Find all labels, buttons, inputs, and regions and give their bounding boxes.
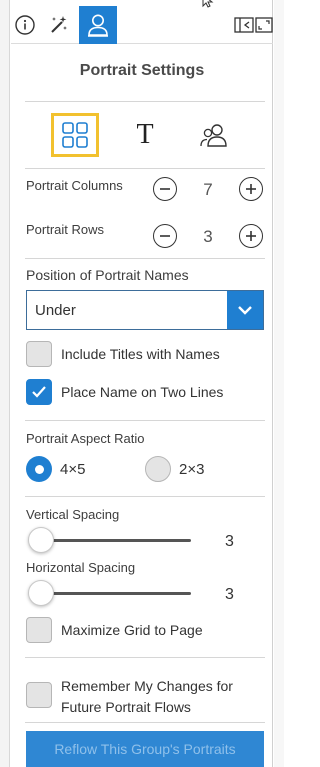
vertical-spacing-thumb[interactable] [28,527,54,553]
columns-increment-button[interactable] [239,177,263,201]
tab-text[interactable]: T [128,113,162,157]
aspect-ratio-label: Portrait Aspect Ratio [26,431,145,446]
mouse-cursor-icon [202,0,214,8]
remember-changes-checkbox[interactable] [26,682,52,708]
divider [25,496,265,497]
rows-decrement-button[interactable] [153,224,177,248]
chevron-down-icon [238,306,252,315]
minus-icon [160,235,170,237]
names-position-label: Position of Portrait Names [26,267,189,283]
tab-people[interactable] [195,113,235,157]
aspect-4x5-radio[interactable] [26,456,52,482]
info-button[interactable] [11,6,39,44]
vertical-spacing-value: 3 [225,533,234,550]
people-group-icon [200,124,227,147]
columns-value: 7 [203,180,213,199]
divider [25,657,265,658]
include-titles-label: Include Titles with Names [61,346,220,362]
collapse-panel-icon [234,17,254,33]
portrait-tool-button[interactable] [79,6,117,44]
tab-grid-layout[interactable] [51,113,99,157]
grid-layout-icon [62,122,88,148]
plus-icon [246,184,256,194]
minus-icon [160,188,170,190]
aspect-2x3-radio[interactable] [145,456,171,482]
dropdown-button[interactable] [227,291,263,329]
aspect-4x5-label: 4×5 [60,461,86,478]
divider [25,101,265,102]
horizontal-spacing-thumb[interactable] [28,580,54,606]
left-edge-strip [0,0,10,767]
magic-wand-icon [51,16,67,33]
vertical-spacing-label: Vertical Spacing [26,507,120,522]
plus-icon [246,231,256,241]
expand-icon [255,17,273,33]
remember-changes-label-line2: Future Portrait Flows [61,699,191,715]
horizontal-spacing-label: Horizontal Spacing [26,560,136,575]
rows-value: 3 [203,227,213,246]
divider [25,258,265,259]
checkmark-icon [32,386,46,398]
columns-decrement-button[interactable] [153,177,177,201]
divider [25,722,265,723]
divider [25,420,265,421]
expand-button[interactable] [255,6,273,44]
magic-wand-button[interactable] [43,6,73,44]
maximize-grid-checkbox[interactable] [26,617,52,643]
names-position-value: Under [35,302,76,319]
page-title: Portrait Settings [79,62,205,79]
aspect-2x3-label: 2×3 [179,461,205,478]
reflow-portraits-button[interactable]: Reflow This Group's Portraits [26,731,264,767]
right-edge-strip [274,0,284,767]
text-T-icon: T [136,119,154,150]
info-circle-icon [15,15,35,35]
names-position-select[interactable]: Under [26,290,264,330]
portrait-columns-label: Portrait Columns [26,178,123,193]
collapse-panel-button[interactable] [233,6,255,44]
rows-increment-button[interactable] [239,224,263,248]
panel-toolbar [11,6,273,44]
radio-dot [34,464,44,474]
two-lines-label: Place Name on Two Lines [61,384,224,400]
portrait-person-icon [88,14,108,37]
horizontal-spacing-value: 3 [225,586,234,603]
include-titles-checkbox[interactable] [26,341,52,367]
portrait-rows-label: Portrait Rows [26,222,105,237]
two-lines-checkbox[interactable] [26,379,52,405]
divider [25,168,265,169]
portrait-settings-panel: Portrait Settings T Portrait Columns 7 P… [11,0,273,767]
remember-changes-label-line1: Remember My Changes for [61,678,233,694]
maximize-grid-label: Maximize Grid to Page [61,622,203,638]
